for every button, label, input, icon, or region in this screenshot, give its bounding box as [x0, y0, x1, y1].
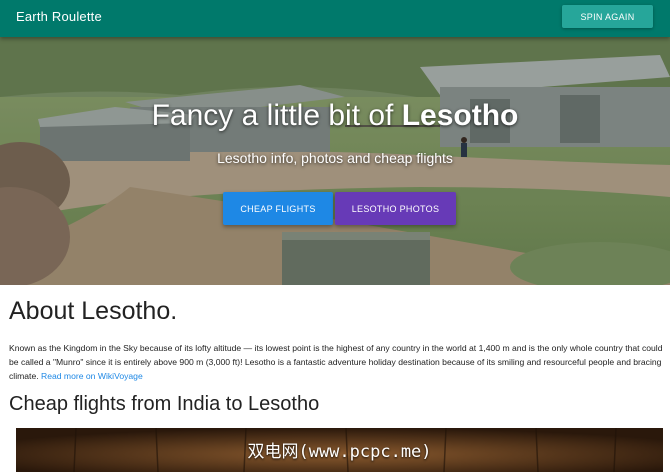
hero-title: Fancy a little bit of Lesotho	[0, 99, 670, 133]
hero-title-country: Lesotho	[401, 99, 519, 132]
hero-title-prefix: Fancy a little bit of	[151, 99, 402, 132]
about-heading: About Lesotho.	[9, 297, 178, 325]
spin-again-button[interactable]: SPIN AGAIN	[562, 5, 653, 28]
hero-banner: Fancy a little bit of Lesotho Lesotho in…	[0, 37, 670, 285]
photo-watermark: 双电网(www.pcpc.me)	[247, 442, 432, 462]
about-text: Known as the Kingdom in the Sky because …	[9, 341, 665, 383]
country-photos-button[interactable]: LESOTHO PHOTOS	[335, 192, 456, 225]
flights-heading: Cheap flights from India to Lesotho	[9, 393, 320, 415]
flights-photo: 双电网(www.pcpc.me)	[16, 428, 663, 472]
wikivoyage-link[interactable]: Read more on WikiVoyage	[41, 371, 143, 381]
app-bar: Earth Roulette SPIN AGAIN	[0, 0, 670, 37]
app-title[interactable]: Earth Roulette	[16, 9, 102, 24]
hero-subtitle: Lesotho info, photos and cheap flights	[217, 150, 453, 166]
cheap-flights-button[interactable]: CHEAP FLIGHTS	[223, 192, 333, 225]
